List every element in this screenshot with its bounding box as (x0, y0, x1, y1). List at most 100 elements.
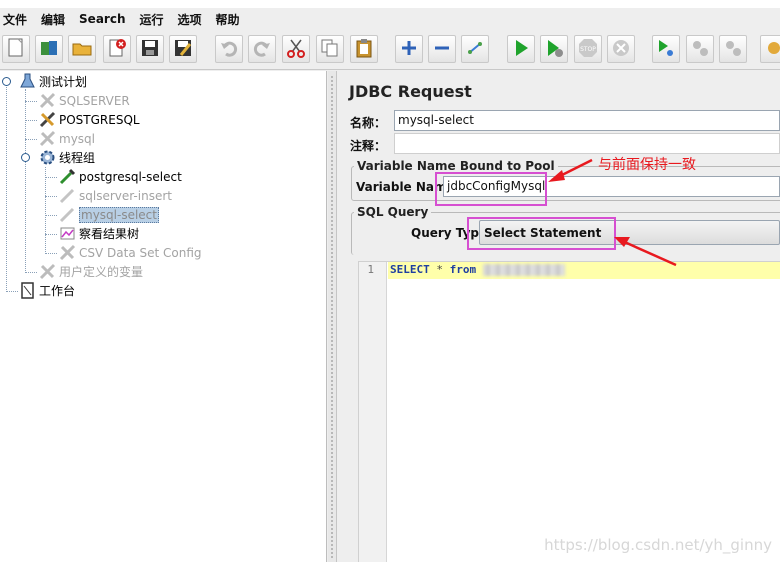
toggle-icon (464, 37, 486, 62)
editor-gutter: 1 (359, 262, 387, 562)
tree-guide (6, 291, 18, 292)
redo-button[interactable] (248, 35, 276, 63)
tree-node-result-tree[interactable]: 察看结果树 (58, 224, 139, 243)
open-button[interactable] (68, 35, 96, 63)
tree-label-selected: mysql-select (79, 206, 159, 223)
pipette-disabled-icon (58, 187, 76, 205)
pool-legend: Variable Name Bound to Pool (357, 159, 555, 173)
menu-help[interactable]: 帮助 (213, 11, 246, 28)
tree-label: SQLSERVER (59, 93, 130, 108)
tree-node-thread-group[interactable]: 线程组 (38, 148, 95, 167)
tree-label: 用户定义的变量 (59, 265, 144, 279)
wrench-disabled-icon (58, 244, 76, 262)
pipette-disabled-icon (58, 206, 76, 224)
panel-title: JDBC Request (349, 82, 472, 101)
cut-icon (285, 37, 307, 62)
save-button[interactable] (136, 35, 164, 63)
save-as-icon (172, 37, 194, 62)
menu-run[interactable]: 运行 (136, 11, 169, 28)
tree-node-user-vars[interactable]: 用户定义的变量 (38, 262, 143, 281)
tree-guide (45, 177, 57, 178)
cut-button[interactable] (282, 35, 310, 63)
collapse-button[interactable] (428, 35, 456, 63)
shutdown-icon (610, 37, 632, 62)
pipette-icon (58, 168, 76, 186)
paste-button[interactable] (350, 35, 378, 63)
toolbar: STOP (0, 30, 780, 70)
tree-guide (45, 253, 57, 254)
tree-label: CSV Data Set Config (79, 245, 202, 260)
jdbc-request-panel: JDBC Request 名称： mysql-select 注释： Variab… (338, 71, 780, 562)
menu-file[interactable]: 文件 (0, 11, 33, 28)
clipboard-icon (18, 282, 36, 300)
tree-label: 察看结果树 (79, 227, 140, 241)
tree-node-mysql-select[interactable]: mysql-select (58, 205, 159, 224)
redo-icon (251, 37, 273, 62)
tree-guide (25, 272, 37, 273)
remote-shutdown-icon (722, 37, 744, 62)
menu-bar: 文件 编辑 Search 运行 选项 帮助 (0, 8, 780, 30)
watermark: https://blog.csdn.net/yh_ginny (544, 536, 772, 554)
start-icon (510, 37, 532, 62)
remote-stop-button[interactable] (686, 35, 714, 63)
menu-edit[interactable]: 编辑 (38, 11, 71, 28)
panel-splitter[interactable] (328, 71, 337, 562)
remote-shutdown-button[interactable] (719, 35, 747, 63)
undo-button[interactable] (215, 35, 243, 63)
save-as-button[interactable] (169, 35, 197, 63)
annotation-text: 与前面保持一致 (598, 157, 696, 173)
copy-button[interactable] (316, 35, 344, 63)
toggle-button[interactable] (461, 35, 489, 63)
close-button[interactable] (103, 35, 131, 63)
menu-options[interactable]: 选项 (175, 11, 208, 28)
sql-star: * (436, 263, 443, 276)
sql-keyword-from: from (449, 263, 477, 276)
tree-toggle-root[interactable] (2, 77, 11, 86)
stop-button[interactable]: STOP (574, 35, 602, 63)
tree-node-postgresql-select[interactable]: postgresql-select (58, 167, 182, 186)
tree-guide (25, 89, 26, 273)
name-label: 名称： (350, 116, 387, 130)
tree-node-workbench[interactable]: 工作台 (18, 281, 75, 300)
tree-label: sqlserver-insert (79, 188, 172, 203)
comment-field[interactable] (394, 133, 780, 154)
templates-button[interactable] (35, 35, 63, 63)
tree-node-sqlserver[interactable]: SQLSERVER (38, 91, 130, 110)
close-icon (106, 37, 128, 62)
remote-start-button[interactable] (652, 35, 680, 63)
clear-button[interactable] (760, 35, 780, 63)
menu-search[interactable]: Search (76, 12, 131, 26)
tree-toggle-thread-group[interactable] (21, 153, 30, 162)
tree-node-csv-config[interactable]: CSV Data Set Config (58, 243, 202, 262)
collapse-icon (431, 37, 453, 62)
tree-guide (45, 234, 57, 235)
tree-node-mysql[interactable]: mysql (38, 129, 95, 148)
top-strip (0, 0, 780, 8)
start-button[interactable] (507, 35, 535, 63)
open-icon (71, 37, 93, 62)
wrench-disabled-icon (38, 263, 56, 281)
expand-button[interactable] (395, 35, 423, 63)
tree-node-test-plan[interactable]: 测试计划 (18, 72, 87, 91)
tree-node-sqlserver-insert[interactable]: sqlserver-insert (58, 186, 172, 205)
highlight-query-type (467, 217, 616, 250)
tree-label: postgresql-select (79, 169, 182, 184)
sql-query-legend: SQL Query (357, 205, 429, 219)
test-plan-tree: 测试计划 SQLSERVER POSTGRESQL mysql 线程组 post… (0, 71, 327, 562)
current-line: SELECT * from (388, 262, 780, 279)
name-field[interactable]: mysql-select (394, 110, 780, 131)
wrench-icon (38, 111, 56, 129)
redacted-table-name (482, 264, 565, 276)
copy-icon (319, 37, 341, 62)
sql-editor[interactable]: 1 SELECT * from (358, 261, 780, 562)
flask-icon (18, 73, 36, 91)
tree-node-postgresql[interactable]: POSTGRESQL (38, 110, 140, 129)
shutdown-button[interactable] (607, 35, 635, 63)
start-no-pause-button[interactable] (540, 35, 568, 63)
save-icon (139, 37, 161, 62)
gear-icon (38, 149, 56, 167)
new-button[interactable] (2, 35, 30, 63)
expand-icon (398, 37, 420, 62)
tree-label: 测试计划 (39, 75, 88, 89)
remote-stop-icon (689, 37, 711, 62)
